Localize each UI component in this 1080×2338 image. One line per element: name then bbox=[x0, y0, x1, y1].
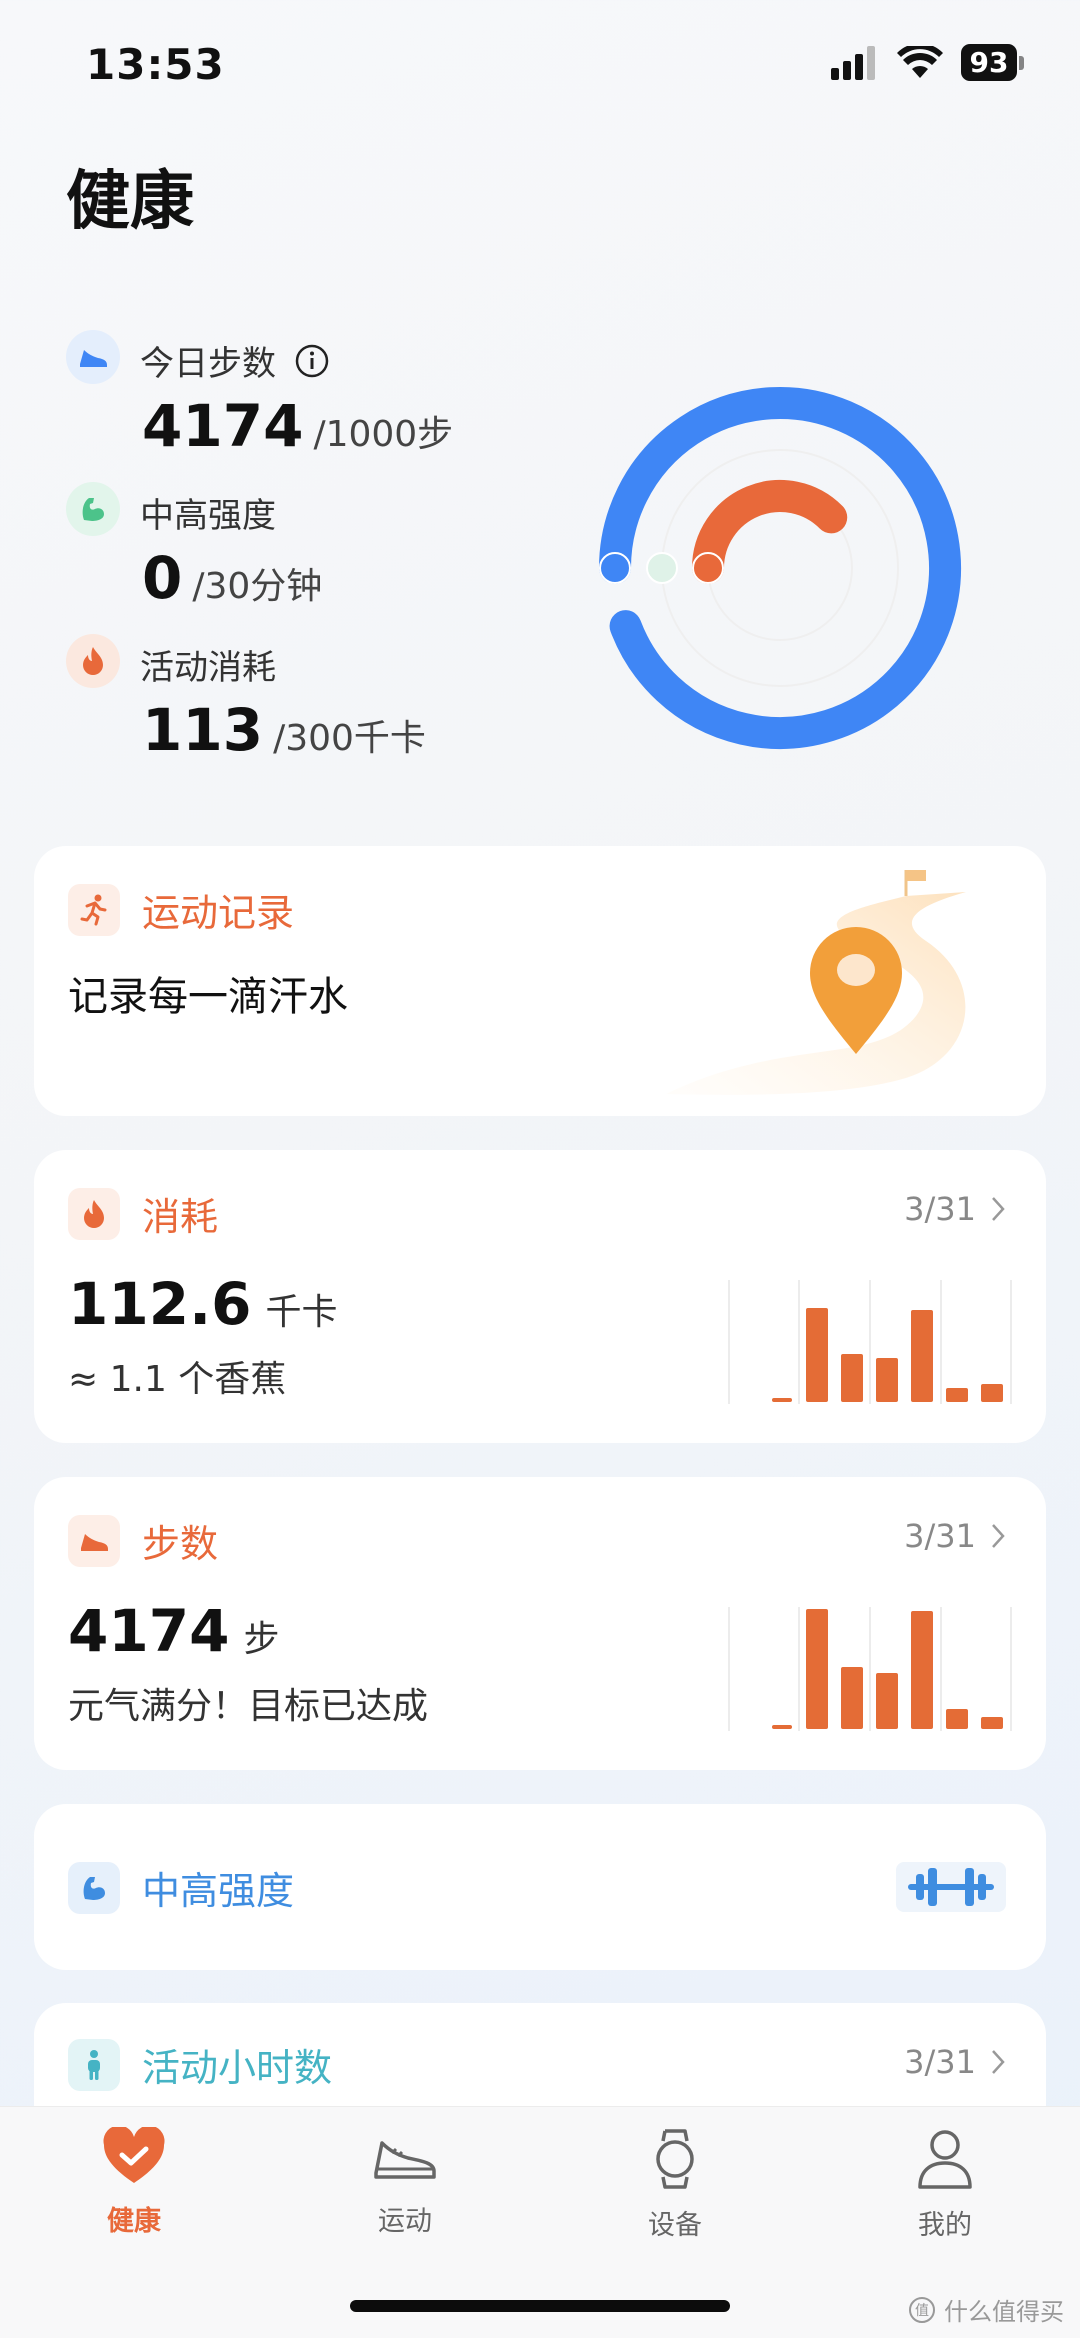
steps-label: 今日步数 bbox=[140, 344, 276, 384]
muscle-icon bbox=[68, 1861, 120, 1914]
tab-devices-label: 设备 bbox=[648, 2210, 702, 2241]
person-icon bbox=[918, 2130, 972, 2189]
calories-date-link[interactable]: 3/31 bbox=[904, 1190, 1006, 1228]
exercise-record-subtitle: 记录每一滴汗水 bbox=[68, 974, 348, 1020]
intensity-card[interactable]: 中高强度 bbox=[34, 1804, 1046, 1970]
status-bar: 13:53 93 bbox=[0, 0, 1080, 130]
calories-card[interactable]: 消耗 3/31 112.6 千卡 ≈ 1.1 个香蕉 bbox=[34, 1150, 1046, 1443]
steps-goal-message: 元气满分！目标已达成 bbox=[68, 1686, 429, 1727]
exercise-record-title: 运动记录 bbox=[142, 891, 295, 935]
info-icon[interactable] bbox=[294, 343, 330, 379]
battery-indicator: 93 bbox=[961, 44, 1024, 81]
page-title: 健康 bbox=[66, 165, 194, 239]
calories-card-title: 消耗 bbox=[142, 1195, 219, 1239]
intensity-metric[interactable]: 中高强度 0 /30分钟 bbox=[66, 482, 586, 634]
calories-ring bbox=[692, 480, 848, 584]
chevron-right-icon bbox=[992, 2050, 1005, 2074]
activity-rings[interactable] bbox=[580, 368, 980, 768]
tab-devices[interactable]: 设备 bbox=[575, 2127, 775, 2242]
watermark: 值 什么值得买 bbox=[908, 2292, 1064, 2327]
steps-card-value: 4174 bbox=[68, 1597, 230, 1665]
status-time: 13:53 bbox=[86, 40, 225, 89]
dumbbell-icon bbox=[896, 1862, 1006, 1912]
home-indicator[interactable] bbox=[350, 2300, 730, 2312]
calories-ring-start-icon bbox=[692, 552, 724, 584]
heart-check-icon bbox=[103, 2125, 165, 2183]
watch-icon bbox=[656, 2129, 694, 2189]
active-hours-date: 3/31 bbox=[904, 2043, 976, 2081]
standing-person-icon bbox=[68, 2038, 120, 2091]
calories-value: 113 bbox=[142, 696, 264, 764]
calories-goal: /300千卡 bbox=[273, 718, 426, 759]
steps-date-link[interactable]: 3/31 bbox=[904, 1517, 1006, 1555]
steps-date: 3/31 bbox=[904, 1517, 976, 1555]
exercise-record-card[interactable]: 运动记录 记录每一滴汗水 bbox=[34, 846, 1046, 1116]
steps-mini-chart bbox=[728, 1607, 1012, 1731]
tab-health[interactable]: 健康 bbox=[34, 2125, 234, 2238]
tab-exercise[interactable]: 运动 bbox=[305, 2127, 505, 2238]
steps-card-title: 步数 bbox=[142, 1522, 219, 1566]
svg-text:值: 值 bbox=[915, 2303, 929, 2319]
calories-metric[interactable]: 活动消耗 113 /300千卡 bbox=[66, 634, 586, 786]
chevron-right-icon bbox=[992, 1524, 1005, 1548]
steps-card-unit: 步 bbox=[243, 1619, 280, 1660]
chevron-right-icon bbox=[992, 1197, 1005, 1221]
flame-icon bbox=[66, 634, 120, 688]
running-person-icon bbox=[68, 883, 120, 936]
muscle-icon bbox=[66, 482, 120, 536]
tab-health-label: 健康 bbox=[107, 2206, 161, 2237]
shoe-icon bbox=[68, 1514, 120, 1567]
calories-card-value: 112.6 bbox=[68, 1270, 252, 1338]
battery-level: 93 bbox=[961, 44, 1017, 81]
calories-label: 活动消耗 bbox=[140, 648, 276, 688]
tab-exercise-label: 运动 bbox=[378, 2206, 432, 2237]
wifi-icon bbox=[897, 45, 943, 78]
tab-me-label: 我的 bbox=[918, 2210, 972, 2241]
status-icons: 93 bbox=[831, 44, 1024, 81]
daily-summary[interactable]: 今日步数 4174 /1000步 中高强度 0 /30分钟 活动消耗 113 /… bbox=[66, 330, 586, 786]
sneaker-icon bbox=[374, 2141, 436, 2179]
intensity-card-title: 中高强度 bbox=[142, 1869, 295, 1913]
intensity-value: 0 bbox=[142, 544, 183, 612]
flame-icon bbox=[68, 1187, 120, 1240]
intensity-goal: /30分钟 bbox=[192, 566, 323, 607]
watermark-logo-icon: 值 bbox=[909, 2296, 935, 2323]
tab-me[interactable]: 我的 bbox=[845, 2127, 1045, 2242]
steps-card[interactable]: 步数 3/31 4174 步 元气满分！目标已达成 bbox=[34, 1477, 1046, 1770]
steps-metric[interactable]: 今日步数 4174 /1000步 bbox=[66, 330, 586, 482]
steps-value: 4174 bbox=[142, 392, 304, 460]
active-hours-date-link[interactable]: 3/31 bbox=[904, 2043, 1006, 2081]
steps-ring-start-icon bbox=[599, 552, 631, 584]
intensity-ring-start-icon bbox=[646, 552, 678, 584]
calories-date: 3/31 bbox=[904, 1190, 976, 1228]
signal-icon bbox=[831, 45, 875, 80]
map-pin-illustration bbox=[666, 870, 966, 1095]
calories-equivalent: ≈ 1.1 个香蕉 bbox=[68, 1359, 287, 1400]
intensity-label: 中高强度 bbox=[140, 496, 276, 536]
calories-mini-chart bbox=[728, 1280, 1012, 1404]
active-hours-title: 活动小时数 bbox=[142, 2046, 333, 2090]
shoe-icon bbox=[66, 330, 120, 384]
steps-goal: /1000步 bbox=[313, 414, 454, 455]
calories-card-unit: 千卡 bbox=[265, 1292, 338, 1333]
